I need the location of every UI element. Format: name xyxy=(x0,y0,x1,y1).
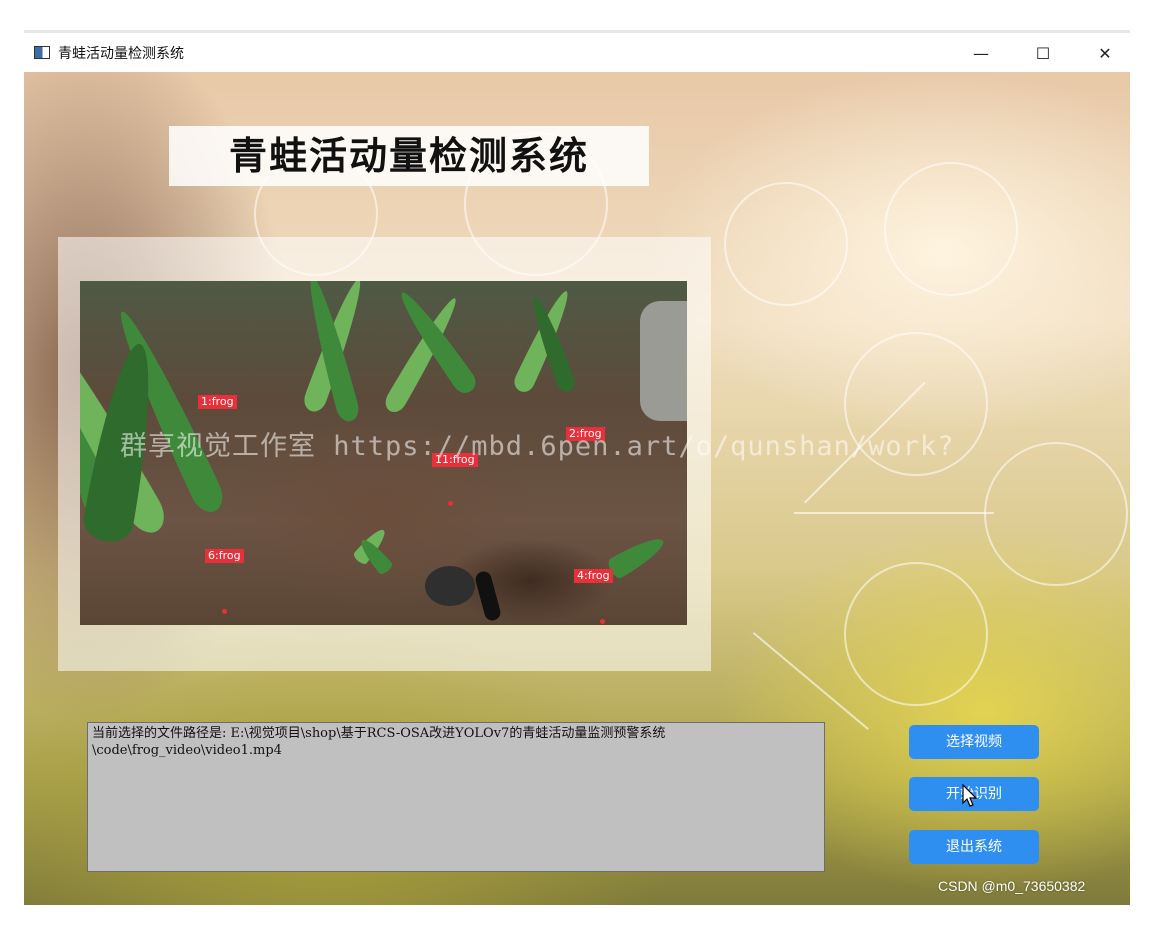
title-banner: 青蛙活动量检测系统 xyxy=(169,126,649,186)
detection-marker xyxy=(222,609,227,614)
window-title: 青蛙活动量检测系统 xyxy=(58,46,184,62)
mouse-cursor-icon xyxy=(962,784,978,807)
exit-system-button[interactable]: 退出系统 xyxy=(909,830,1039,864)
plant-leaf xyxy=(605,531,669,581)
deco-circle xyxy=(844,562,988,706)
main-canvas: 青蛙活动量检测系统 1:frog 2:frog 11:frog 6:frog 4… xyxy=(24,72,1130,905)
app-icon xyxy=(34,46,50,59)
deco-circle xyxy=(724,182,848,306)
rock xyxy=(473,569,503,623)
close-button[interactable]: ✕ xyxy=(1082,38,1128,68)
top-divider xyxy=(24,30,1130,33)
rock xyxy=(640,301,687,421)
csdn-credit: CSDN @m0_73650382 xyxy=(938,878,1086,894)
app-window: 青蛙活动量检测系统 — ☐ ✕ 青蛙活动量检测系统 1:frog 2:frog … xyxy=(24,34,1130,905)
page-title: 青蛙活动量检测系统 xyxy=(228,134,589,178)
deco-line xyxy=(794,512,994,514)
detection-marker xyxy=(448,501,453,506)
select-video-button[interactable]: 选择视频 xyxy=(909,725,1039,759)
detection-label: 4:frog xyxy=(574,569,613,583)
deco-circle xyxy=(884,162,1018,296)
deco-circle xyxy=(984,442,1128,586)
detection-label: 6:frog xyxy=(205,549,244,563)
detection-marker xyxy=(600,619,605,624)
file-path-textbox[interactable]: 当前选择的文件路径是: E:\视觉项目\shop\基于RCS-OSA改进YOLO… xyxy=(87,722,825,872)
watermark-text: 群享视觉工作室 https://mbd.6pen.art/o/qunshan/w… xyxy=(120,431,955,462)
title-bar: 青蛙活动量检测系统 — ☐ ✕ xyxy=(24,34,1130,72)
detection-label: 1:frog xyxy=(198,395,237,409)
maximize-button[interactable]: ☐ xyxy=(1020,38,1066,68)
minimize-button[interactable]: — xyxy=(958,38,1004,68)
rock xyxy=(425,566,475,606)
